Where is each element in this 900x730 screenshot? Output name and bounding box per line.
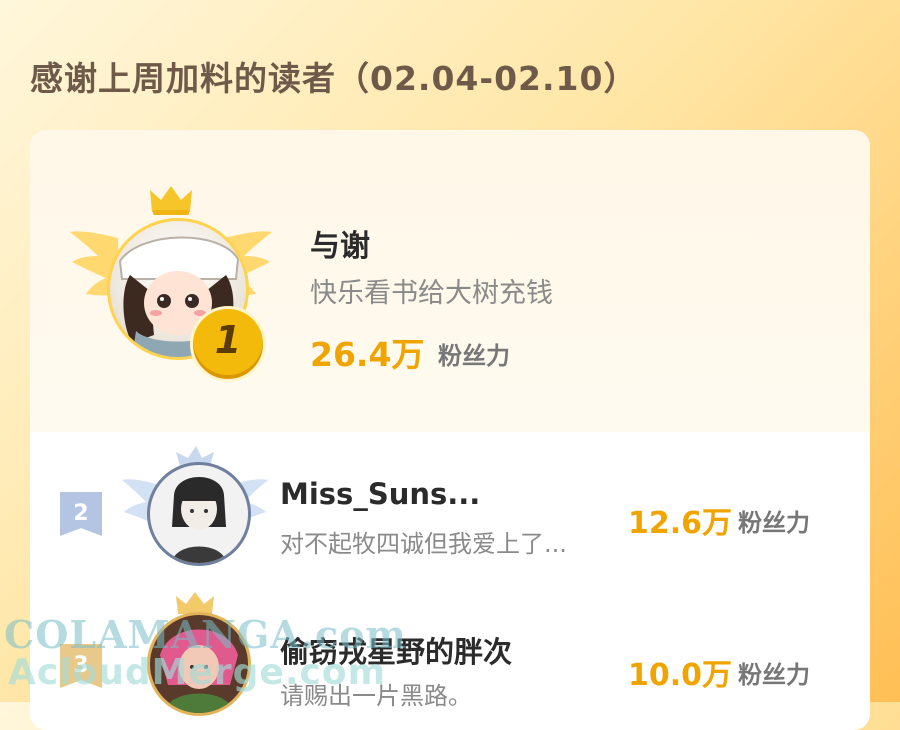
top-reader-value: 26.4万 [310,335,425,374]
watermark-colamanga: COLAMANGA.com [4,612,407,657]
avatar-illustration [172,477,226,563]
avatar[interactable] [147,462,251,566]
reader-value: 12.6万 [628,506,733,541]
reader-message: 对不起牧四诚但我爱上了... [280,530,567,558]
top-reader-section[interactable]: 1 与谢 快乐看书给大树充钱 26.4万 粉丝力 [30,130,870,432]
list-item[interactable]: 2 Miss_Suns... 对不起牧四诚但我爱上了... 12.6万 粉丝力 [30,432,870,582]
reader-value: 10.0万 [628,658,733,693]
top-reader-message: 快乐看书给大树充钱 [310,278,553,309]
reader-unit: 粉丝力 [738,509,810,537]
crown-icon [150,186,192,215]
top-reader-unit: 粉丝力 [438,342,510,370]
top-reader-name[interactable]: 与谢 [310,221,370,265]
watermark-acloudmerge: AcloudMerge.com [8,652,387,693]
rank-badge-gold: 1 [190,306,266,382]
rank-number: 1 [214,318,242,362]
page-title: 感谢上周加料的读者（02.04-02.10） [30,59,638,98]
reader-unit: 粉丝力 [738,661,810,689]
rank-flag: 2 [60,492,102,536]
reader-name[interactable]: Miss_Suns... [280,477,480,511]
